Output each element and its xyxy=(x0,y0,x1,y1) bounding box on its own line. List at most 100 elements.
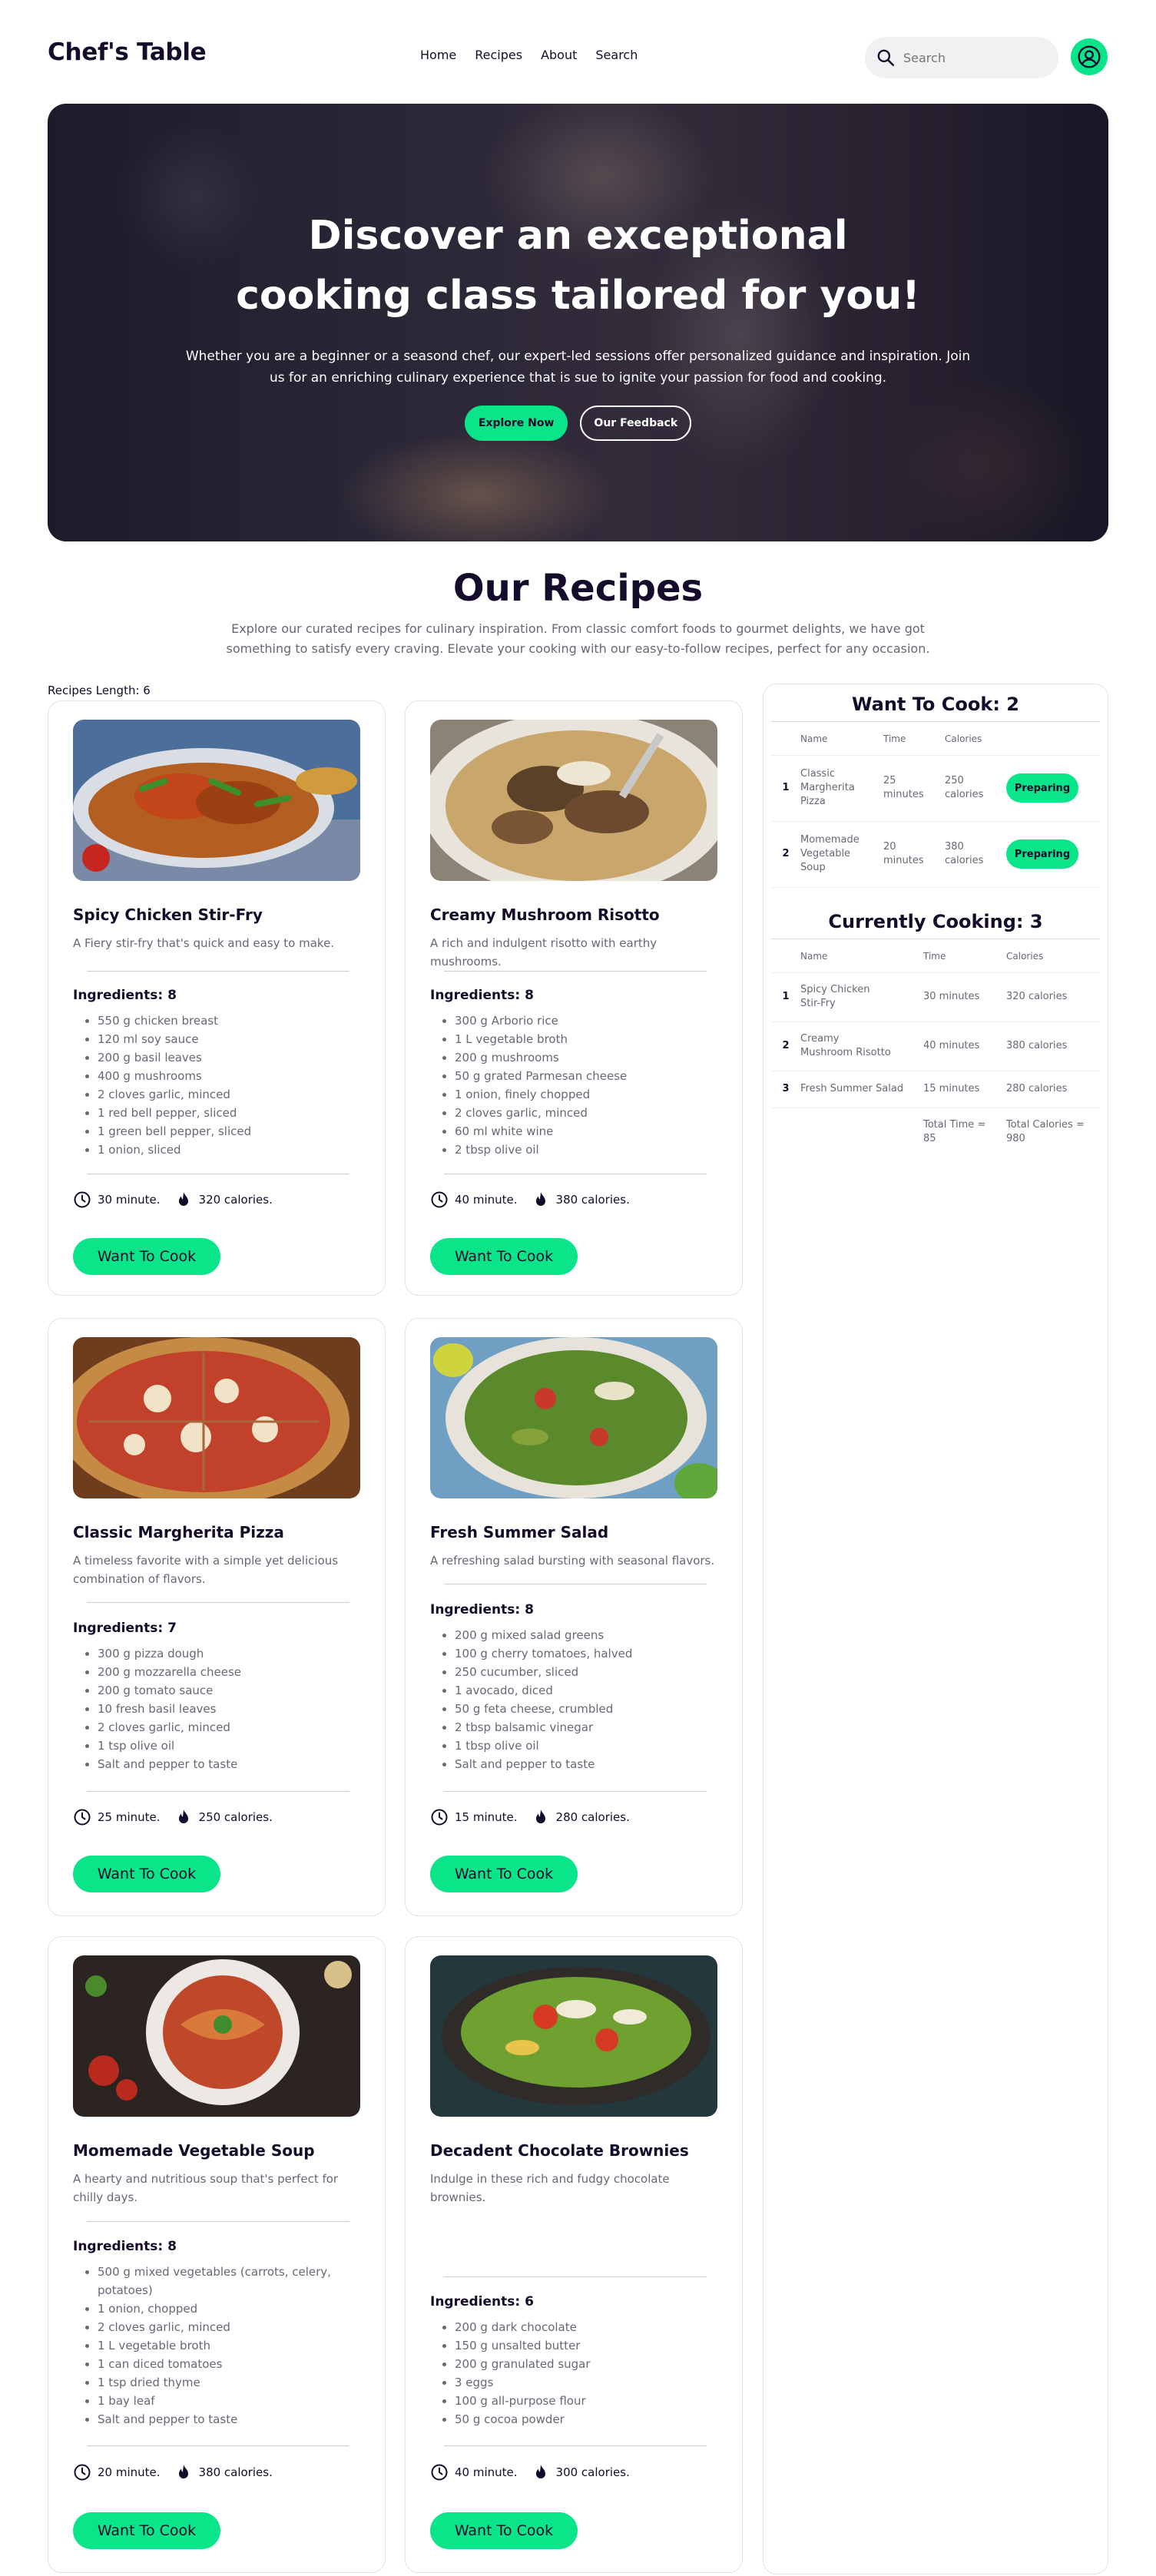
ingredient-item: 400 g mushrooms xyxy=(98,1067,359,1085)
table-row: 2 Creamy Mushroom Risotto 40 minutes 380… xyxy=(771,1021,1100,1071)
hero-banner: Discover an exceptional cooking class ta… xyxy=(48,104,1108,541)
recipe-title: Decadent Chocolate Brownies xyxy=(430,2141,689,2160)
clock-icon xyxy=(74,1809,91,1826)
table-row: 3 Fresh Summer Salad 15 minutes 280 calo… xyxy=(771,1071,1100,1108)
search-box[interactable] xyxy=(865,37,1058,78)
ingredient-item: 1 onion, chopped xyxy=(98,2300,359,2318)
divider xyxy=(444,2445,707,2446)
ingredient-item: 2 cloves garlic, minced xyxy=(98,1085,359,1104)
ingredient-item: 100 g all-purpose flour xyxy=(455,2392,716,2410)
row-time: 40 minutes xyxy=(923,1021,1006,1071)
recipe-image-salad xyxy=(430,1337,717,1498)
ingredient-item: 1 green bell pepper, sliced xyxy=(98,1122,359,1141)
want-to-cook-button[interactable]: Want To Cook xyxy=(73,1238,220,1275)
site-logo[interactable]: Chef's Table xyxy=(48,38,207,66)
ingredients-title: Ingredients: 8 xyxy=(73,2239,177,2254)
recipe-calories: 380 calories. xyxy=(555,1193,630,1207)
ingredient-item: 200 g granulated sugar xyxy=(455,2355,716,2373)
preparing-button[interactable]: Preparing xyxy=(1006,773,1078,803)
want-to-cook-table: Name Time Calories 1 Classic Margherita … xyxy=(771,723,1100,888)
table-row: 2 Momemade Vegetable Soup 20 minutes 380… xyxy=(771,821,1100,888)
want-to-cook-button[interactable]: Want To Cook xyxy=(73,2512,220,2549)
divider xyxy=(444,1791,707,1792)
flame-icon xyxy=(535,2465,545,2478)
ingredient-item: 2 tbsp balsamic vinegar xyxy=(455,1718,716,1737)
divider xyxy=(771,721,1100,722)
search-icon xyxy=(877,49,895,67)
recipe-title: Fresh Summer Salad xyxy=(430,1523,609,1541)
col-time: Time xyxy=(923,940,1006,973)
profile-button[interactable] xyxy=(1071,38,1108,75)
recipe-time: 40 minute. xyxy=(455,1193,518,1207)
ingredient-item: 2 cloves garlic, minced xyxy=(98,1718,359,1737)
recipe-card: Classic Margherita Pizza A timeless favo… xyxy=(48,1318,386,1916)
want-to-cook-button[interactable]: Want To Cook xyxy=(73,1856,220,1892)
nav-link-recipes[interactable]: Recipes xyxy=(475,48,522,62)
nav-link-search[interactable]: Search xyxy=(595,48,638,62)
want-to-cook-button[interactable]: Want To Cook xyxy=(430,1238,578,1275)
recipes-length: Recipes Length: 6 xyxy=(48,684,151,697)
row-calories: 320 calories xyxy=(1006,972,1100,1022)
ingredient-item: 50 g feta cheese, crumbled xyxy=(455,1700,716,1718)
flame-icon xyxy=(178,1192,188,1206)
ingredient-item: 10 fresh basil leaves xyxy=(98,1700,359,1718)
recipe-title: Spicy Chicken Stir-Fry xyxy=(73,906,263,924)
explore-now-button[interactable]: Explore Now xyxy=(464,406,568,441)
recipe-meta: 25 minute. 250 calories. xyxy=(73,1808,273,1826)
recipe-title: Classic Margherita Pizza xyxy=(73,1523,284,1541)
recipe-card: Decadent Chocolate Brownies Indulge in t… xyxy=(405,1936,743,2573)
nav-link-about[interactable]: About xyxy=(541,48,577,62)
ingredients-title: Ingredients: 8 xyxy=(430,1602,534,1617)
col-index xyxy=(771,940,800,973)
currently-cooking-title: Currently Cooking: 3 xyxy=(828,911,1043,932)
recipe-time: 15 minute. xyxy=(455,1810,518,1824)
ingredient-item: 3 eggs xyxy=(455,2373,716,2392)
row-time: 25 minutes xyxy=(883,755,945,822)
divider xyxy=(87,1602,349,1603)
recipe-card: Spicy Chicken Stir-Fry A Fiery stir-fry … xyxy=(48,700,386,1296)
ingredient-item: 50 g cocoa powder xyxy=(455,2410,716,2429)
row-index: 1 xyxy=(771,755,800,822)
row-index: 2 xyxy=(771,821,800,888)
ingredient-item: 200 g mozzarella cheese xyxy=(98,1663,359,1681)
col-name: Name xyxy=(800,940,923,973)
ingredient-item: 1 onion, finely chopped xyxy=(455,1085,716,1104)
want-to-cook-button[interactable]: Want To Cook xyxy=(430,1856,578,1892)
divider xyxy=(87,1791,349,1792)
ingredient-item: 100 g cherry tomatoes, halved xyxy=(455,1644,716,1663)
ingredients-list: 300 g Arborio rice 1 L vegetable broth 2… xyxy=(455,1012,716,1159)
want-to-cook-button[interactable]: Want To Cook xyxy=(430,2512,578,2549)
recipe-calories: 380 calories. xyxy=(198,2465,273,2479)
col-name: Name xyxy=(800,723,883,756)
totals-row: Total Time = 85 Total Calories = 980 xyxy=(771,1108,1100,1157)
recipe-time: 20 minute. xyxy=(98,2465,161,2479)
nav-link-home[interactable]: Home xyxy=(420,48,456,62)
recipe-meta: 40 minute. 300 calories. xyxy=(430,2463,630,2482)
col-calories: Calories xyxy=(1006,940,1100,973)
recipe-time: 25 minute. xyxy=(98,1810,161,1824)
ingredient-item: 2 tbsp olive oil xyxy=(455,1141,716,1159)
recipe-card: Fresh Summer Salad A refreshing salad bu… xyxy=(405,1318,743,1916)
ingredient-item: 1 can diced tomatoes xyxy=(98,2355,359,2373)
search-input[interactable] xyxy=(903,50,1042,65)
ingredient-item: 200 g basil leaves xyxy=(98,1048,359,1067)
recipe-calories: 320 calories. xyxy=(198,1193,273,1207)
flame-icon xyxy=(178,1809,188,1823)
row-index: 1 xyxy=(771,972,800,1022)
recipe-card: Creamy Mushroom Risotto A rich and indul… xyxy=(405,700,743,1296)
ingredient-item: 200 g dark chocolate xyxy=(455,2318,716,2336)
ingredient-item: 200 g mixed salad greens xyxy=(455,1626,716,1644)
preparing-button[interactable]: Preparing xyxy=(1006,839,1078,869)
recipe-title: Momemade Vegetable Soup xyxy=(73,2141,315,2160)
row-index: 2 xyxy=(771,1021,800,1071)
clock-icon xyxy=(431,1191,448,1208)
recipe-description: A Fiery stir-fry that's quick and easy t… xyxy=(73,936,335,950)
ingredient-item: 50 g grated Parmesan cheese xyxy=(455,1067,716,1085)
row-time: 30 minutes xyxy=(923,972,1006,1022)
our-feedback-button[interactable]: Our Feedback xyxy=(580,406,692,441)
section-description: Explore our curated recipes for culinary… xyxy=(226,621,930,656)
ingredient-item: 200 g mushrooms xyxy=(455,1048,716,1067)
ingredients-list: 500 g mixed vegetables (carrots, celery,… xyxy=(98,2263,359,2429)
section-title: Our Recipes xyxy=(452,567,704,610)
recipe-image-stir-fry xyxy=(73,720,360,881)
